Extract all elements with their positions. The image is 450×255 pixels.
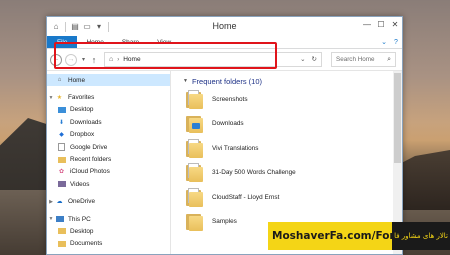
folder-label: Samples [212, 218, 237, 226]
sidebar-item-label: Desktop [70, 106, 94, 114]
home-icon: ⌂ [109, 56, 114, 63]
icloud-photos-icon: ✿ [58, 169, 65, 176]
up-button[interactable]: ↑ [90, 55, 98, 65]
sidebar-item-home[interactable]: ⌂ Home [47, 74, 170, 87]
sidebar-item-documents[interactable]: Documents [47, 238, 170, 250]
ribbon-tabs: File Home Share View ⌄ ? [47, 36, 402, 49]
folder-icon [186, 138, 203, 158]
list-item[interactable]: Vivi Translations [183, 136, 402, 161]
sidebar-item-label: Videos [70, 180, 90, 188]
sidebar-item-label: Dropbox [70, 131, 95, 139]
sidebar-item-icloud-photos[interactable]: ✿ iCloud Photos [47, 166, 170, 178]
help-icon[interactable]: ? [390, 36, 402, 48]
sidebar-item-label: OneDrive [68, 198, 95, 206]
sidebar-item-google-drive[interactable]: Google Drive [47, 141, 170, 153]
sidebar-item-label: Desktop [70, 227, 94, 235]
downloads-icon: ⬇ [58, 119, 65, 126]
folder-label: CloudStaff - Lloyd Ernst [212, 193, 280, 201]
home-icon: ⌂ [57, 77, 62, 84]
folder-downloads-icon [186, 114, 203, 134]
maximize-button[interactable]: ☐ [374, 17, 388, 33]
group-title: Frequent folders (10) [191, 76, 262, 86]
folder-label: Downloads [212, 120, 244, 128]
navigation-bar: ← → ▾ ↑ ⌂ › Home ⌄ ↻ Search Home ⌕ [47, 49, 402, 71]
sidebar-item-desktop[interactable]: Desktop [47, 104, 170, 116]
folder-label: Screenshots [212, 95, 248, 103]
window-controls: — ☐ ✕ [360, 17, 402, 33]
search-placeholder: Search Home [336, 56, 375, 63]
sidebar-item-label: This PC [68, 215, 91, 223]
tab-file[interactable]: File [47, 36, 78, 48]
sidebar-item-onedrive[interactable]: ▶ ☁ OneDrive [47, 196, 170, 208]
recent-locations-icon[interactable]: ▾ [80, 56, 87, 63]
navigation-pane: ⌂ Home ▼ ★ Favorites Desktop ⬇ Downloads… [47, 71, 171, 254]
address-dropdown-icon[interactable]: ⌄ [300, 55, 305, 63]
folder-icon [186, 187, 203, 207]
star-icon: ★ [56, 95, 63, 102]
back-button[interactable]: ← [50, 53, 62, 66]
watermark-banner: MoshaverFa.com/Forum تالار های مشاور فا [268, 222, 450, 250]
folder-icon [186, 163, 203, 183]
onedrive-icon: ☁ [56, 199, 63, 206]
refresh-icon[interactable]: ↻ [312, 55, 317, 63]
sidebar-item-label: Documents [70, 240, 103, 248]
chevron-down-icon[interactable]: ▼ [47, 95, 55, 101]
breadcrumb-chevron-icon[interactable]: › [117, 57, 119, 63]
google-drive-icon [57, 143, 66, 152]
list-item[interactable]: Screenshots [183, 87, 402, 112]
videos-icon [57, 180, 66, 188]
sidebar-item-label: Favorites [68, 94, 95, 102]
search-icon[interactable]: ⌕ [387, 56, 391, 64]
tab-view[interactable]: View [148, 36, 180, 48]
recent-folders-icon [57, 156, 66, 164]
file-explorer-window: ⌂ ▤ ▭ ▾ Home — ☐ ✕ File Home Share View … [46, 16, 403, 255]
folder-icon [186, 89, 203, 109]
sidebar-item-downloads[interactable]: ⬇ Downloads [47, 116, 170, 128]
watermark-text-fa: تالار های مشاور فا [392, 222, 450, 250]
sidebar-item-this-pc[interactable]: ▼ This PC [47, 213, 170, 225]
ribbon-expand-icon[interactable]: ⌄ [378, 36, 390, 48]
list-item[interactable]: Downloads [183, 112, 402, 137]
sidebar-item-label: iCloud Photos [70, 168, 110, 176]
chevron-right-icon[interactable]: ▶ [47, 199, 55, 205]
address-bar[interactable]: ⌂ › Home ⌄ ↻ [104, 52, 322, 67]
desktop-icon [57, 227, 66, 235]
folder-icon [186, 212, 203, 232]
sidebar-item-dropbox[interactable]: ◆ Dropbox [47, 129, 170, 141]
tab-home[interactable]: Home [77, 36, 112, 48]
sidebar-item-recent-folders[interactable]: Recent folders [47, 153, 170, 165]
scrollbar-thumb[interactable] [394, 73, 401, 163]
list-item[interactable]: 31-Day 500 Words Challenge [183, 161, 402, 186]
search-input[interactable]: Search Home ⌕ [331, 52, 396, 67]
tab-share[interactable]: Share [113, 36, 148, 48]
close-button[interactable]: ✕ [388, 17, 402, 33]
window-title: Home [212, 21, 237, 31]
title-bar: ⌂ ▤ ▭ ▾ Home — ☐ ✕ [47, 17, 402, 36]
group-header[interactable]: ▼ Frequent folders (10) [183, 75, 402, 87]
breadcrumb-home[interactable]: Home [123, 56, 140, 63]
sidebar-item-favorites[interactable]: ▼ ★ Favorites [47, 91, 170, 103]
sidebar-item-label: Google Drive [70, 143, 108, 151]
sidebar-item-label: Home [68, 76, 86, 84]
this-pc-icon [55, 215, 64, 223]
chevron-down-icon: ▼ [183, 78, 188, 84]
sidebar-item-desktop[interactable]: Desktop [47, 225, 170, 237]
folder-label: 31-Day 500 Words Challenge [212, 169, 296, 177]
chevron-down-icon[interactable]: ▼ [47, 216, 55, 222]
sidebar-item-label: Downloads [70, 118, 102, 126]
folder-label: Vivi Translations [212, 144, 259, 152]
dropbox-icon: ◆ [59, 132, 64, 139]
documents-icon [57, 240, 66, 248]
desktop-icon [57, 106, 66, 114]
forward-button[interactable]: → [65, 53, 77, 66]
sidebar-item-label: Recent folders [70, 156, 112, 164]
list-item[interactable]: CloudStaff - Lloyd Ernst [183, 185, 402, 210]
sidebar-item-videos[interactable]: Videos [47, 178, 170, 190]
minimize-button[interactable]: — [360, 17, 374, 33]
